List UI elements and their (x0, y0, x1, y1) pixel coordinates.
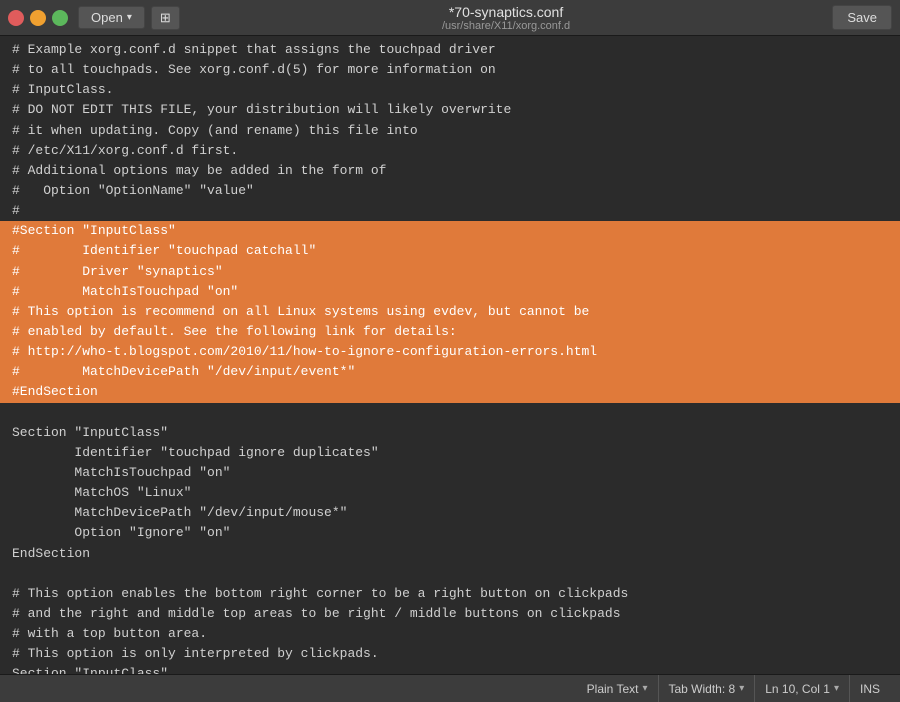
code-line: # (0, 201, 900, 221)
code-line (0, 403, 900, 423)
titlebar: Open ▾ ⊞ *70-synaptics.conf /usr/share/X… (0, 0, 900, 36)
code-line: # Identifier "touchpad catchall" (0, 241, 900, 261)
statusbar: Plain Text ▾ Tab Width: 8 ▾ Ln 10, Col 1… (0, 674, 900, 702)
code-line: # Additional options may be added in the… (0, 161, 900, 181)
pin-icon: ⊞ (160, 10, 171, 25)
ins-mode-indicator: INS (850, 675, 890, 702)
maximize-button[interactable] (52, 10, 68, 26)
code-line: #EndSection (0, 382, 900, 402)
open-arrow-icon: ▾ (127, 12, 132, 23)
code-line: # MatchIsTouchpad "on" (0, 282, 900, 302)
code-line: # http://who-t.blogspot.com/2010/11/how-… (0, 342, 900, 362)
code-line: # /etc/X11/xorg.conf.d first. (0, 141, 900, 161)
code-line: EndSection (0, 544, 900, 564)
code-line: Section "InputClass" (0, 664, 900, 674)
code-line: # DO NOT EDIT THIS FILE, your distributi… (0, 100, 900, 120)
code-line: # Example xorg.conf.d snippet that assig… (0, 40, 900, 60)
editor-area[interactable]: # Example xorg.conf.d snippet that assig… (0, 36, 900, 674)
code-line: # with a top button area. (0, 624, 900, 644)
code-line: # Option "OptionName" "value" (0, 181, 900, 201)
code-line: MatchDevicePath "/dev/input/mouse*" (0, 503, 900, 523)
code-line: # and the right and middle top areas to … (0, 604, 900, 624)
pin-button[interactable]: ⊞ (151, 6, 180, 30)
title-center: *70-synaptics.conf /usr/share/X11/xorg.c… (180, 4, 833, 32)
code-line: # This option enables the bottom right c… (0, 584, 900, 604)
code-line: #Section "InputClass" (0, 221, 900, 241)
code-line: Option "Ignore" "on" (0, 523, 900, 543)
code-line: # to all touchpads. See xorg.conf.d(5) f… (0, 60, 900, 80)
position-arrow-icon: ▾ (834, 683, 839, 694)
code-line: # Driver "synaptics" (0, 262, 900, 282)
close-button[interactable] (8, 10, 24, 26)
open-label: Open (91, 10, 123, 25)
code-line: # InputClass. (0, 80, 900, 100)
code-line: # it when updating. Copy (and rename) th… (0, 121, 900, 141)
plain-text-arrow-icon: ▾ (642, 683, 647, 694)
position-label: Ln 10, Col 1 (765, 682, 830, 696)
tab-width-selector[interactable]: Tab Width: 8 ▾ (659, 675, 756, 702)
save-button[interactable]: Save (832, 5, 892, 30)
tab-width-label: Tab Width: 8 (669, 682, 736, 696)
code-line: # This option is recommend on all Linux … (0, 302, 900, 322)
code-line (0, 564, 900, 584)
code-line: Identifier "touchpad ignore duplicates" (0, 443, 900, 463)
position-indicator[interactable]: Ln 10, Col 1 ▾ (755, 675, 850, 702)
title-path: /usr/share/X11/xorg.conf.d (180, 20, 833, 32)
code-line: # enabled by default. See the following … (0, 322, 900, 342)
code-line: MatchOS "Linux" (0, 483, 900, 503)
minimize-button[interactable] (30, 10, 46, 26)
window-controls (8, 10, 68, 26)
plain-text-selector[interactable]: Plain Text ▾ (577, 675, 659, 702)
code-line: MatchIsTouchpad "on" (0, 463, 900, 483)
tab-width-arrow-icon: ▾ (739, 683, 744, 694)
plain-text-label: Plain Text (587, 682, 639, 696)
code-line: # MatchDevicePath "/dev/input/event*" (0, 362, 900, 382)
title-filename: *70-synaptics.conf (180, 4, 833, 20)
open-button[interactable]: Open ▾ (78, 6, 145, 29)
code-line: # This option is only interpreted by cli… (0, 644, 900, 664)
code-line: Section "InputClass" (0, 423, 900, 443)
ins-mode-label: INS (860, 682, 880, 696)
